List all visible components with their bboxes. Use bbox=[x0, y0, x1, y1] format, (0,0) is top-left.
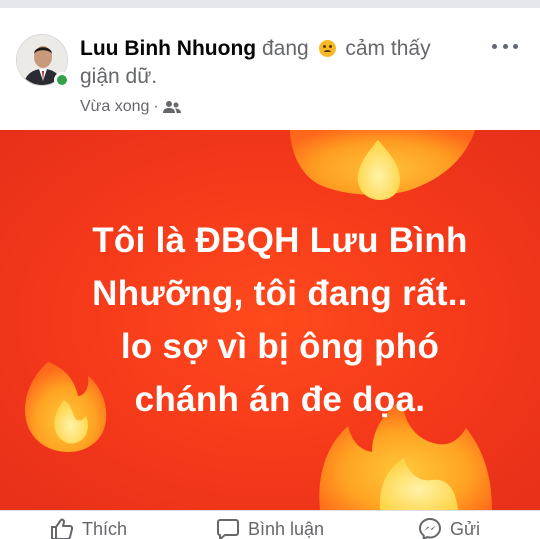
more-options-icon[interactable] bbox=[492, 44, 518, 52]
friends-audience-icon[interactable] bbox=[162, 100, 181, 114]
post-timestamp[interactable]: Vừa xong bbox=[80, 98, 149, 116]
angry-face-icon bbox=[318, 40, 336, 57]
like-button[interactable]: Thích bbox=[50, 517, 127, 539]
messenger-icon bbox=[418, 517, 442, 539]
comment-label: Bình luận bbox=[248, 518, 325, 539]
author-avatar[interactable] bbox=[16, 34, 72, 90]
like-label: Thích bbox=[82, 518, 128, 539]
comment-bubble-icon bbox=[217, 519, 239, 539]
author-name[interactable]: Luu Binh Nhuong bbox=[80, 37, 256, 60]
status-prefix: đang bbox=[261, 37, 309, 60]
feed-divider bbox=[0, 0, 540, 8]
colored-background-post: Tôi là ĐBQH Lưu Bình Nhưỡng, tôi đang rấ… bbox=[0, 130, 540, 510]
post-action-bar: Thích Bình luận Gửi bbox=[0, 510, 540, 539]
send-label: Gửi bbox=[450, 518, 481, 539]
comment-button[interactable]: Bình luận bbox=[216, 517, 324, 539]
post-meta: Vừa xong · bbox=[80, 98, 181, 116]
post-status-line: Luu Binh Nhuong đang cảm thấy giận dữ. bbox=[80, 35, 460, 91]
post-message-text: Tôi là ĐBQH Lưu Bình Nhưỡng, tôi đang rấ… bbox=[92, 221, 468, 419]
post-header: Luu Binh Nhuong đang cảm thấy giận dữ. V… bbox=[0, 8, 540, 130]
meta-separator: · bbox=[153, 98, 159, 115]
online-status-dot bbox=[54, 72, 70, 88]
thumbs-up-icon bbox=[51, 518, 74, 539]
send-button[interactable]: Gửi bbox=[418, 517, 480, 539]
